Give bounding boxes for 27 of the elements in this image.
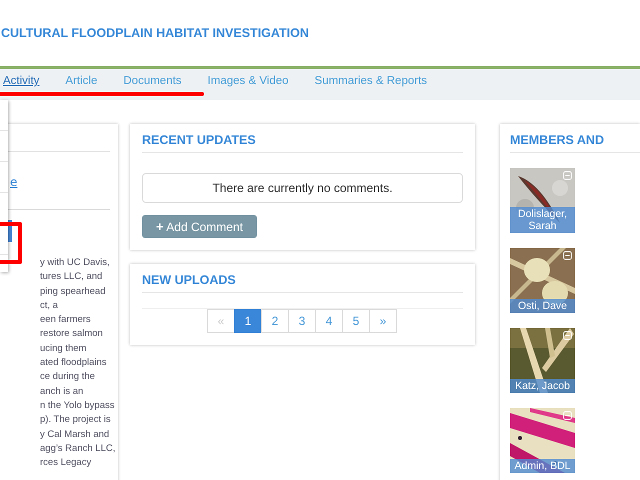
member-name: Osti, Dave bbox=[510, 299, 575, 313]
card-title: RECENT UPDATES bbox=[142, 124, 463, 153]
description-text: y with UC Davis, tures LLC, and ping spearhead ct, a een farmers restore salmon ucing them ated floodplains ce during the anch is an n the Yolo bypass p). The project is y Cal Marsh and agg’s Ranch LLC, rces Legacy bbox=[39, 256, 116, 470]
page-link[interactable]: 3 bbox=[288, 309, 316, 333]
page-link[interactable]: 2 bbox=[261, 309, 289, 333]
page-link[interactable]: 4 bbox=[315, 309, 343, 333]
minus-square-icon[interactable] bbox=[563, 331, 572, 340]
minus-square-icon[interactable] bbox=[563, 251, 572, 260]
card-title: MEMBERS AND bbox=[510, 124, 640, 153]
page-link[interactable]: 1 bbox=[234, 309, 262, 333]
annotation-box bbox=[0, 222, 22, 264]
tab[interactable]: Summaries & Reports bbox=[314, 75, 428, 87]
page-link[interactable]: 5 bbox=[342, 309, 370, 333]
tab[interactable]: Images & Video bbox=[208, 75, 289, 87]
tab[interactable]: Article bbox=[65, 75, 98, 87]
member-name: Dolislager, Sarah bbox=[510, 207, 575, 233]
page-link[interactable]: » bbox=[369, 309, 397, 333]
tab[interactable]: Activity bbox=[3, 75, 40, 87]
site-title: CULTURAL FLOODPLAIN HABITAT INVESTIGATION bbox=[1, 26, 309, 40]
empty-message: There are currently no comments. bbox=[142, 173, 463, 203]
member-name: Admin, BDL bbox=[510, 459, 575, 473]
add-comment-button[interactable]: + Add Comment bbox=[142, 215, 257, 238]
card-title: NEW UPLOADS bbox=[142, 264, 463, 293]
tab[interactable]: Documents bbox=[123, 75, 182, 87]
member-name: Katz, Jacob bbox=[510, 379, 575, 393]
minus-square-icon[interactable] bbox=[563, 411, 572, 420]
link[interactable]: e bbox=[10, 175, 20, 189]
